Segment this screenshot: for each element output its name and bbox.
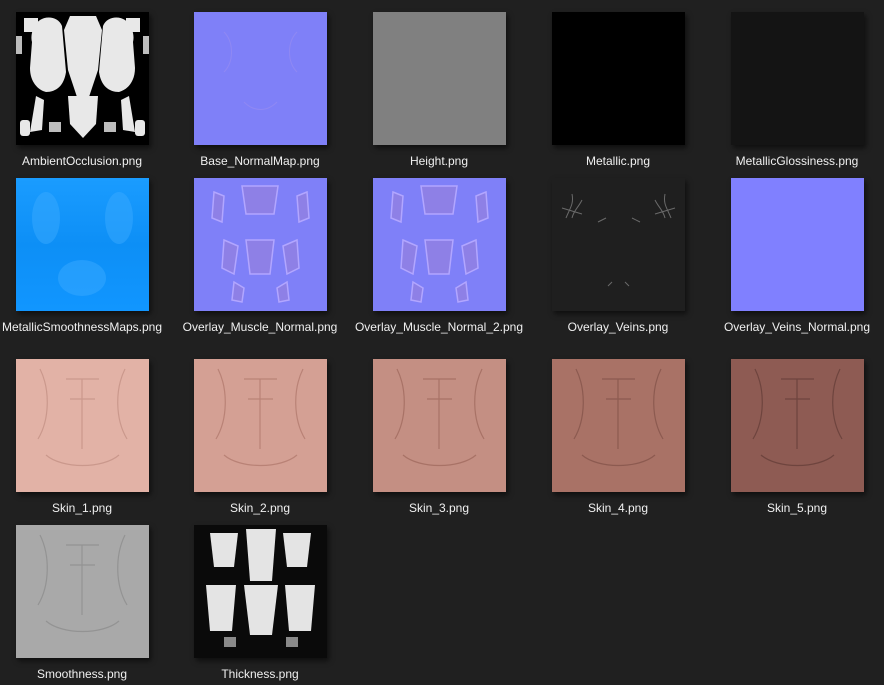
- texture-thumbnail: [372, 12, 506, 145]
- texture-thumbnail: [551, 178, 685, 311]
- file-name: Overlay_Veins_Normal.png: [723, 320, 871, 334]
- file-item[interactable]: MetallicGlossiness.png: [709, 12, 884, 169]
- file-item[interactable]: Overlay_Muscle_Normal_2.png: [351, 178, 527, 335]
- texture-thumbnail: [15, 178, 149, 311]
- file-item[interactable]: Base_NormalMap.png: [172, 12, 348, 169]
- texture-thumbnail: [730, 359, 864, 492]
- file-name: MetallicSmoothnessMaps.png: [1, 320, 163, 334]
- file-name: MetallicGlossiness.png: [735, 154, 859, 168]
- file-name: Overlay_Muscle_Normal.png: [182, 320, 338, 334]
- texture-thumbnail: [193, 525, 327, 658]
- file-name: Skin_2.png: [229, 501, 291, 515]
- file-item[interactable]: Metallic.png: [530, 12, 706, 169]
- file-item[interactable]: Overlay_Veins.png: [530, 178, 706, 335]
- file-name: Thickness.png: [221, 667, 299, 681]
- file-item[interactable]: MetallicSmoothnessMaps.png: [0, 178, 170, 335]
- texture-thumbnail: [15, 525, 149, 658]
- file-name: Base_NormalMap.png: [200, 154, 320, 168]
- file-item[interactable]: Overlay_Muscle_Normal.png: [172, 178, 348, 335]
- file-name: Skin_5.png: [766, 501, 828, 515]
- file-grid: AmbientOcclusion.png Base_NormalMap.png …: [0, 0, 884, 685]
- texture-thumbnail: [193, 12, 327, 145]
- file-name: Skin_4.png: [587, 501, 649, 515]
- file-item[interactable]: Overlay_Veins_Normal.png: [709, 178, 884, 335]
- file-item[interactable]: Skin_3.png: [351, 359, 527, 516]
- texture-thumbnail: [730, 178, 864, 311]
- file-item[interactable]: Skin_1.png: [0, 359, 170, 516]
- file-name: Skin_1.png: [51, 501, 113, 515]
- texture-thumbnail: [730, 12, 864, 145]
- file-name: Overlay_Veins.png: [567, 320, 669, 334]
- file-item[interactable]: Thickness.png: [172, 525, 348, 682]
- texture-thumbnail: [551, 359, 685, 492]
- file-name: Skin_3.png: [408, 501, 470, 515]
- file-item[interactable]: Skin_4.png: [530, 359, 706, 516]
- file-item[interactable]: Height.png: [351, 12, 527, 169]
- texture-thumbnail: [193, 359, 327, 492]
- file-name: Overlay_Muscle_Normal_2.png: [354, 320, 524, 334]
- file-name: Smoothness.png: [36, 667, 128, 681]
- file-item[interactable]: AmbientOcclusion.png: [0, 12, 170, 169]
- texture-thumbnail: [15, 12, 149, 145]
- texture-thumbnail: [372, 359, 506, 492]
- texture-thumbnail: [15, 359, 149, 492]
- texture-thumbnail: [551, 12, 685, 145]
- file-item[interactable]: Skin_5.png: [709, 359, 884, 516]
- file-name: AmbientOcclusion.png: [21, 154, 143, 168]
- file-item[interactable]: Smoothness.png: [0, 525, 170, 682]
- texture-thumbnail: [193, 178, 327, 311]
- texture-thumbnail: [372, 178, 506, 311]
- file-name: Height.png: [409, 154, 469, 168]
- file-name: Metallic.png: [585, 154, 651, 168]
- file-item[interactable]: Skin_2.png: [172, 359, 348, 516]
